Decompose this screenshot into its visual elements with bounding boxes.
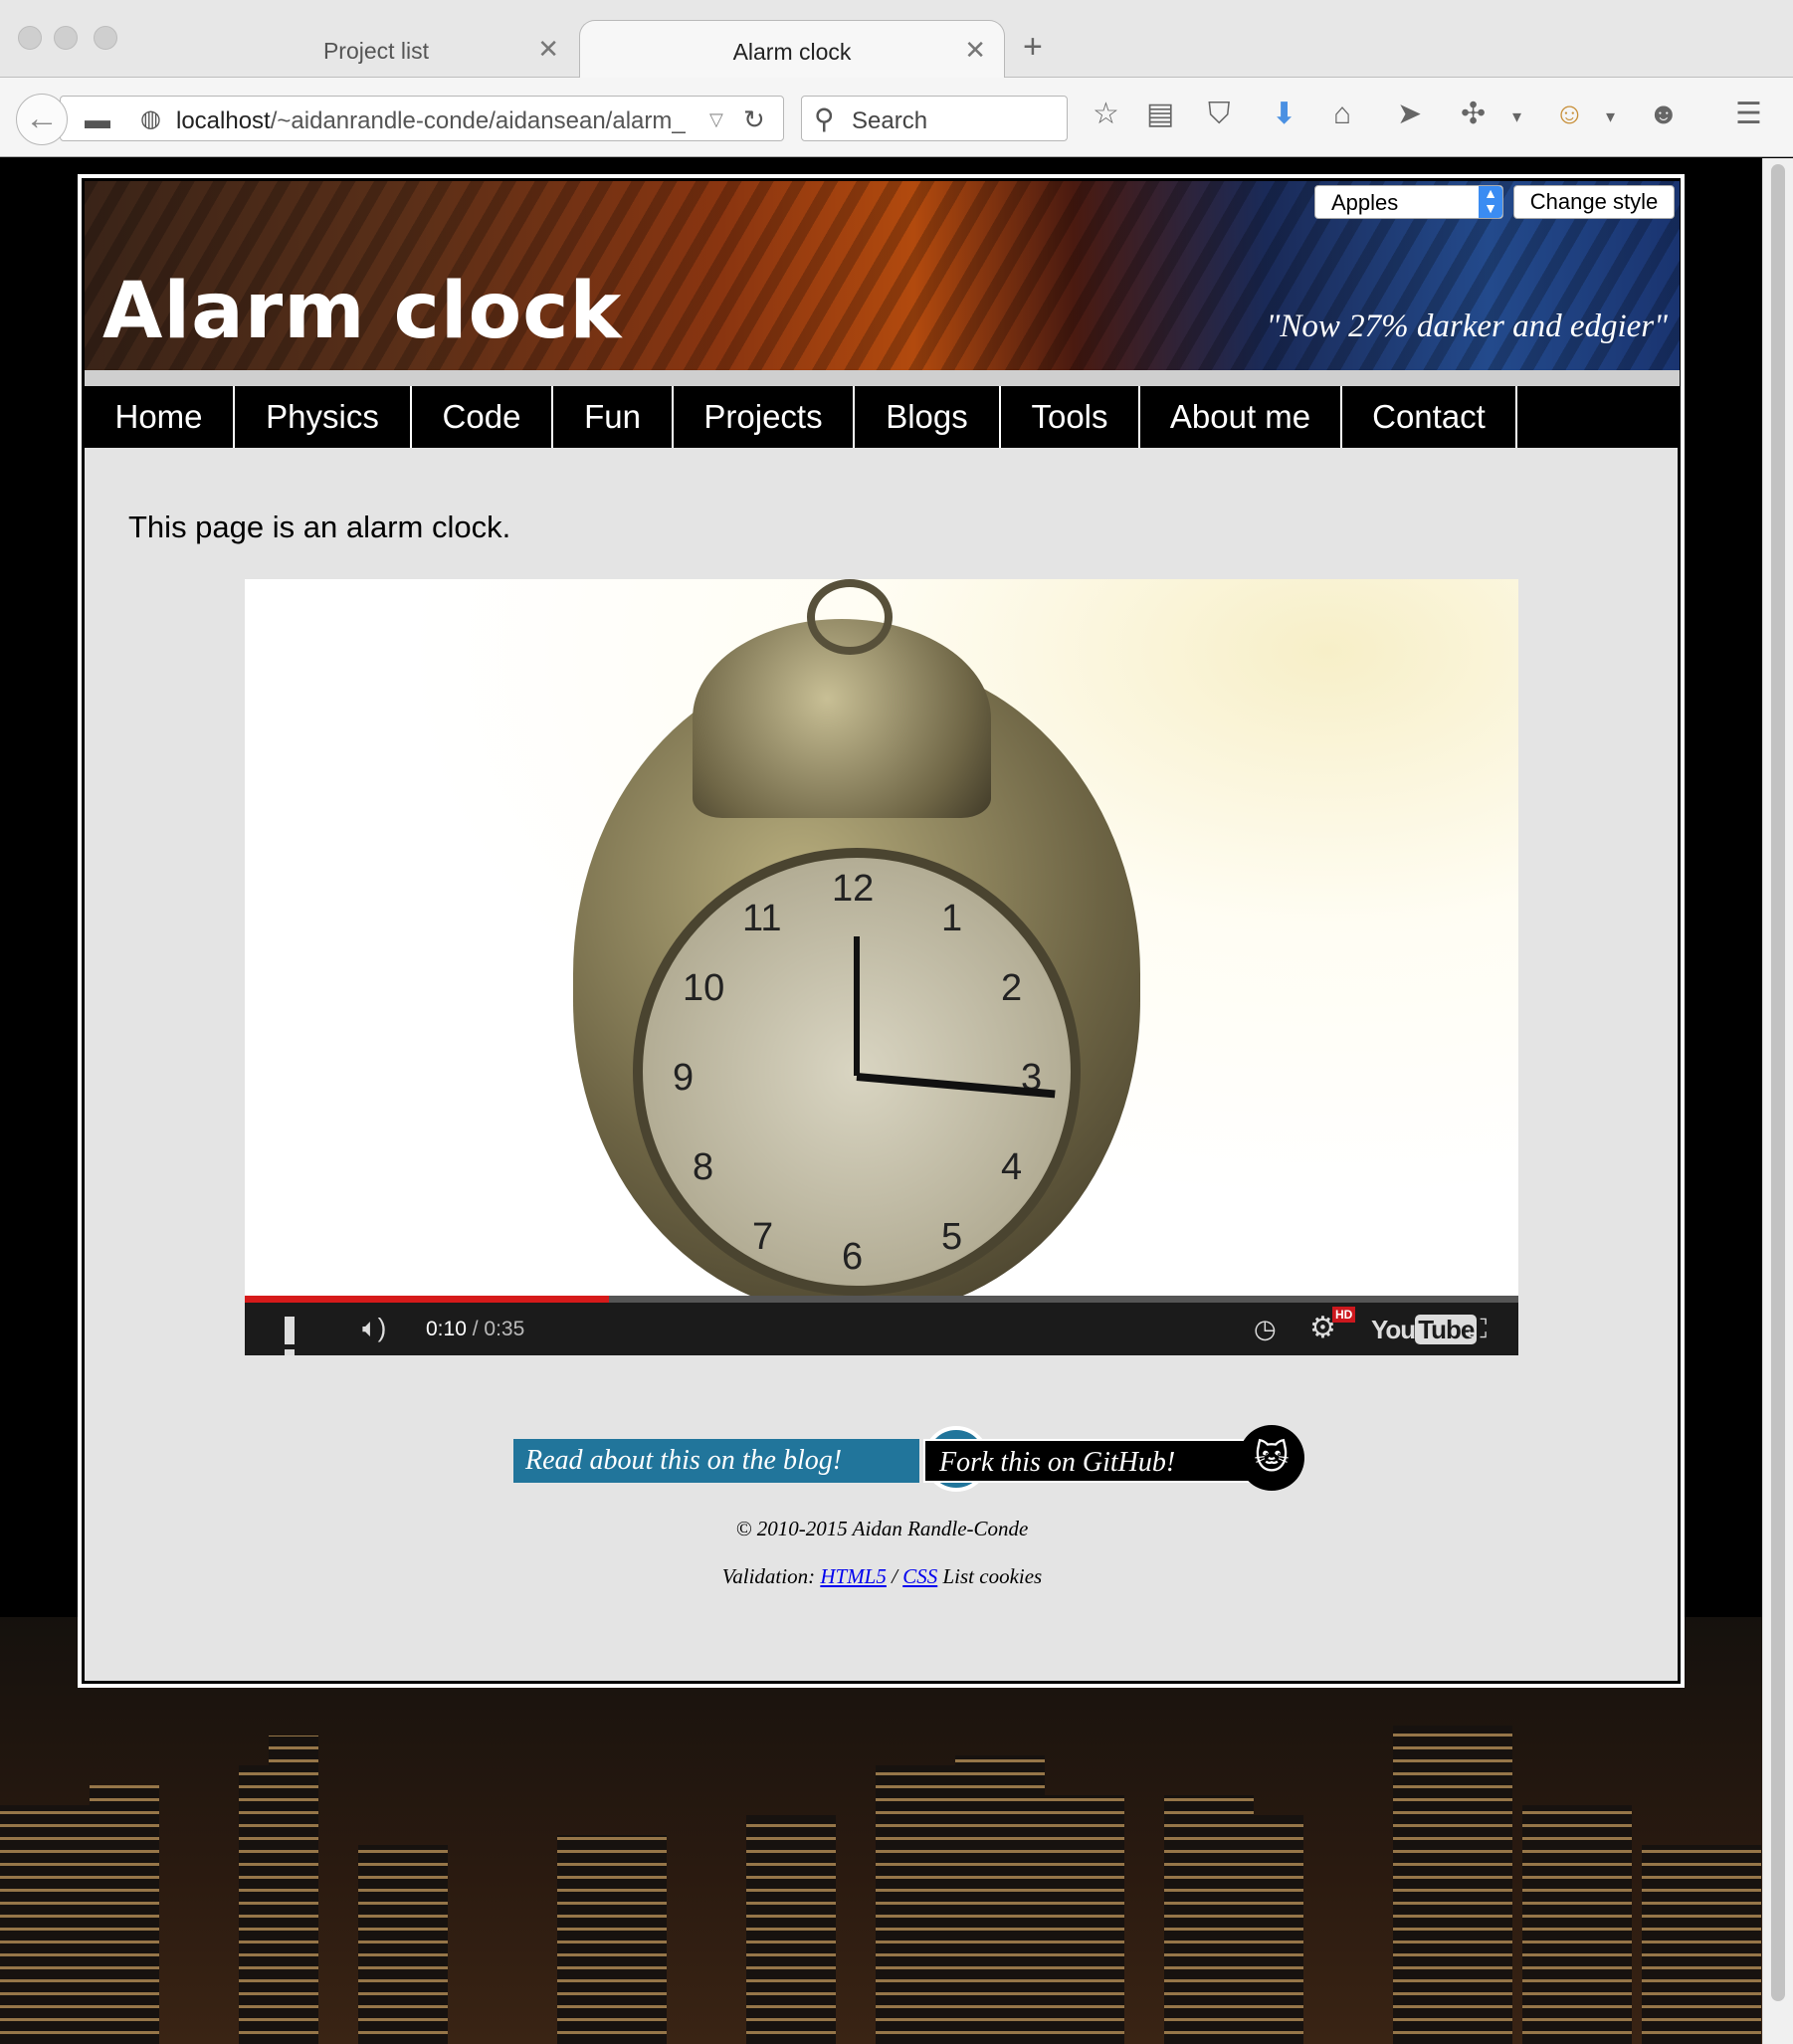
css-validation-link[interactable]: CSS xyxy=(902,1564,937,1588)
clock-numeral: 9 xyxy=(673,1057,695,1099)
volume-icon[interactable]: 🔈︎) xyxy=(362,1313,386,1344)
search-placeholder: Search xyxy=(852,107,928,134)
url-bar[interactable]: ▬ ◍ localhost/~aidanrandle-conde/aidanse… xyxy=(60,96,784,141)
video-progress-bar[interactable] xyxy=(245,1296,1518,1303)
clock-numeral: 10 xyxy=(683,967,725,1009)
site-tagline: "Now 27% darker and edgier" xyxy=(1266,308,1668,344)
menu-item-tools[interactable]: Tools xyxy=(1001,386,1140,448)
html5-validation-link[interactable]: HTML5 xyxy=(820,1564,887,1588)
style-select-value: Apples xyxy=(1331,190,1399,215)
video-frame[interactable]: 12 1 2 3 4 5 6 7 8 9 10 11 xyxy=(245,579,1518,1316)
hd-badge: HD xyxy=(1332,1307,1356,1323)
copyright-text: © 2010-2015 Aidan Randle-Conde xyxy=(735,1517,1029,1540)
clock-ring xyxy=(807,579,893,655)
menu-item-contact[interactable]: Contact xyxy=(1342,386,1517,448)
clock-numeral: 2 xyxy=(1001,967,1023,1009)
hamburger-menu-icon[interactable]: ☰ xyxy=(1735,100,1762,129)
reading-list-icon[interactable]: ▤ xyxy=(1146,100,1174,129)
home-icon[interactable]: ⌂ xyxy=(1333,100,1351,129)
clock-numeral: 7 xyxy=(752,1216,774,1258)
github-octocat-icon[interactable]: 🐱︎ xyxy=(1239,1425,1304,1491)
url-path: /~aidanrandle-conde/aidansean/alarm_ xyxy=(270,107,686,134)
tab-project-list[interactable]: Project list ✕ xyxy=(175,20,577,78)
url-host: localhost xyxy=(176,107,271,134)
site-banner: Alarm clock "Now 27% darker and edgier" … xyxy=(85,181,1680,370)
window-zoom-dot[interactable] xyxy=(94,26,117,50)
clock-numeral: 4 xyxy=(1001,1146,1023,1188)
video-player[interactable]: 12 1 2 3 4 5 6 7 8 9 10 11 🔈︎) 0:10 / 0:… xyxy=(245,579,1518,1355)
globe-icon: ◍ xyxy=(140,105,161,132)
validation-line: Validation: HTML5 / CSS List cookies xyxy=(85,1564,1680,1589)
menu-item-code[interactable]: Code xyxy=(412,386,553,448)
page-container: Alarm clock "Now 27% darker and edgier" … xyxy=(78,174,1685,1688)
video-current-time: 0:10 xyxy=(426,1318,467,1340)
download-icon[interactable]: ⬇ xyxy=(1272,100,1296,129)
pause-button[interactable] xyxy=(285,1317,312,1355)
watch-later-icon[interactable]: ◷ xyxy=(1254,1314,1277,1344)
change-style-button[interactable]: Change style xyxy=(1513,185,1675,219)
page-inner: Alarm clock "Now 27% darker and edgier" … xyxy=(82,178,1681,1684)
extension-dropdown-icon[interactable]: ▾ xyxy=(1512,107,1521,125)
extension-icon[interactable]: ✣ xyxy=(1461,100,1486,129)
browser-tab-bar: Project list ✕ Alarm clock ✕ + xyxy=(0,0,1793,78)
send-icon[interactable]: ➤ xyxy=(1397,100,1422,129)
page-scrollbar[interactable] xyxy=(1762,158,1793,2044)
tab-label: Project list xyxy=(322,38,430,64)
menu-item-projects[interactable]: Projects xyxy=(674,386,855,448)
clock-numeral: 5 xyxy=(941,1216,963,1258)
bookmark-star-icon[interactable]: ☆ xyxy=(1093,100,1119,129)
clock-numeral: 1 xyxy=(941,898,963,939)
clock-minute-hand xyxy=(854,936,860,1076)
list-cookies-link[interactable]: List cookies xyxy=(942,1564,1042,1588)
fullscreen-icon[interactable]: ⛶ xyxy=(1469,1314,1487,1345)
menu-item-about-me[interactable]: About me xyxy=(1140,386,1342,448)
avatar-dropdown-icon[interactable]: ▾ xyxy=(1606,107,1615,125)
menu-item-home[interactable]: Home xyxy=(85,386,235,448)
clock-numeral: 11 xyxy=(742,898,782,939)
select-arrows-icon: ▲ ▼ xyxy=(1479,186,1502,218)
back-arrow-icon: ← xyxy=(25,100,59,137)
clock-numeral: 6 xyxy=(842,1236,864,1278)
close-tab-icon[interactable]: ✕ xyxy=(964,35,986,66)
window-minimize-dot[interactable] xyxy=(54,26,78,50)
menu-item-blogs[interactable]: Blogs xyxy=(855,386,1001,448)
dropdown-arrow-icon[interactable]: ▽ xyxy=(709,109,723,130)
banner-divider xyxy=(85,370,1680,386)
video-duration: / 0:35 xyxy=(472,1318,525,1340)
style-select[interactable]: Apples ▲ ▼ xyxy=(1314,185,1503,219)
clock-face: 12 1 2 3 4 5 6 7 8 9 10 11 xyxy=(633,848,1081,1296)
clock-numeral: 8 xyxy=(693,1146,714,1188)
new-tab-icon[interactable]: + xyxy=(1023,30,1043,64)
browser-nav-bar: ▬ ◍ localhost/~aidanrandle-conde/aidanse… xyxy=(0,78,1793,157)
search-input[interactable]: ⚲ Search xyxy=(801,96,1068,141)
youtube-logo[interactable]: You Tube xyxy=(1371,1315,1478,1345)
window-close-dot[interactable] xyxy=(18,26,42,50)
sidebar-icon[interactable]: ▬ xyxy=(85,104,110,135)
pocket-icon[interactable]: ⛉ xyxy=(1208,100,1231,129)
video-progress-played xyxy=(245,1296,610,1303)
menu-item-physics[interactable]: Physics xyxy=(235,386,412,448)
blog-link-button[interactable]: Read about this on the blog! xyxy=(513,1439,919,1483)
back-button[interactable]: ← xyxy=(16,94,68,145)
close-tab-icon[interactable]: ✕ xyxy=(537,34,559,65)
validation-label: Validation: xyxy=(721,1564,816,1588)
tab-alarm-clock[interactable]: Alarm clock ✕ xyxy=(579,20,1005,78)
menu-item-fun[interactable]: Fun xyxy=(553,386,674,448)
avatar-extension-icon[interactable]: ☺ xyxy=(1554,100,1585,129)
reload-icon[interactable]: ↻ xyxy=(743,104,765,135)
validation-separator: / xyxy=(892,1564,897,1588)
chat-icon[interactable]: ☻ xyxy=(1648,100,1680,129)
scrollbar-thumb[interactable] xyxy=(1771,164,1785,2001)
tab-label: Alarm clock xyxy=(732,39,852,65)
youtube-logo-you: You xyxy=(1371,1315,1416,1344)
page-title: Alarm clock xyxy=(102,267,623,356)
search-icon: ⚲ xyxy=(814,103,835,134)
video-controls: 🔈︎) 0:10 / 0:35 ◷ ⚙ HD You Tube ⛶ xyxy=(245,1303,1518,1355)
url-text[interactable]: localhost/~aidanrandle-conde/aidansean/a… xyxy=(176,107,713,135)
intro-text: This page is an alarm clock. xyxy=(128,510,511,544)
main-menu: Home Physics Code Fun Projects Blogs Too… xyxy=(85,386,1680,448)
video-time: 0:10 / 0:35 xyxy=(426,1318,524,1341)
clock-numeral: 12 xyxy=(832,868,875,910)
github-link-button[interactable]: Fork this on GitHub! xyxy=(923,1439,1292,1483)
